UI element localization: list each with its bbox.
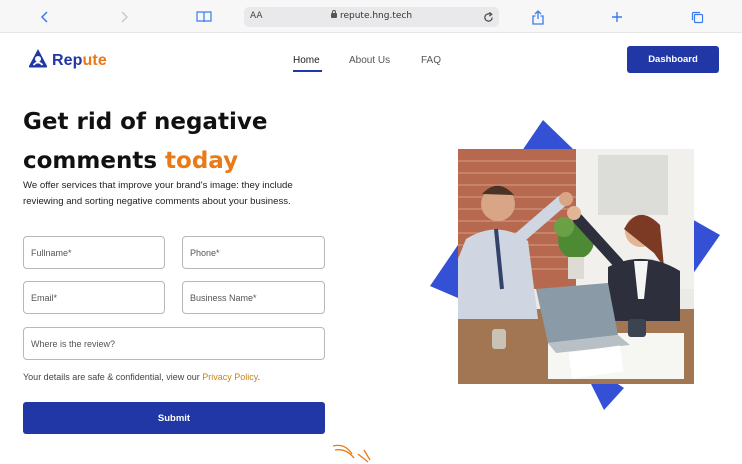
hero-title-accent: today <box>165 148 239 174</box>
hero-photo <box>458 149 694 384</box>
hero-title: Get rid of negative comments today <box>23 103 267 181</box>
dashboard-button[interactable]: Dashboard <box>627 46 719 73</box>
hero-title-line2: comments today <box>23 148 239 174</box>
forward-icon[interactable] <box>114 7 134 27</box>
site-logo[interactable]: Repute <box>27 47 107 74</box>
nav-home[interactable]: Home <box>293 55 320 66</box>
privacy-note: Your details are safe & confidential, vi… <box>23 372 261 382</box>
nav-active-indicator <box>293 70 322 72</box>
nav-faq[interactable]: FAQ <box>421 55 441 66</box>
browser-toolbar: AA repute.hng.tech <box>0 0 742 33</box>
email-field[interactable] <box>23 281 165 314</box>
submit-button[interactable]: Submit <box>23 402 325 434</box>
review-location-field[interactable] <box>23 327 325 360</box>
address-bar[interactable]: AA repute.hng.tech <box>244 7 499 27</box>
nav-about[interactable]: About Us <box>349 55 390 66</box>
new-tab-icon[interactable] <box>607 7 627 27</box>
privacy-policy-link[interactable]: Privacy Policy <box>202 372 257 382</box>
hero-subtitle: We offer services that improve your bran… <box>23 180 293 207</box>
share-icon[interactable] <box>528 7 548 27</box>
back-icon[interactable] <box>35 7 55 27</box>
book-icon[interactable] <box>194 7 214 27</box>
fullname-field[interactable] <box>23 236 165 269</box>
logo-text: Repute <box>52 51 107 69</box>
business-name-field[interactable] <box>182 281 325 314</box>
tabs-icon[interactable] <box>687 7 707 27</box>
reload-icon[interactable] <box>483 10 494 28</box>
decorative-squiggle-icon <box>330 440 375 464</box>
logo-mark-icon <box>27 47 49 74</box>
lock-icon <box>330 10 337 18</box>
phone-field[interactable] <box>182 236 325 269</box>
url-text: repute.hng.tech <box>339 11 413 21</box>
hero-title-line1: Get rid of negative <box>23 109 268 135</box>
